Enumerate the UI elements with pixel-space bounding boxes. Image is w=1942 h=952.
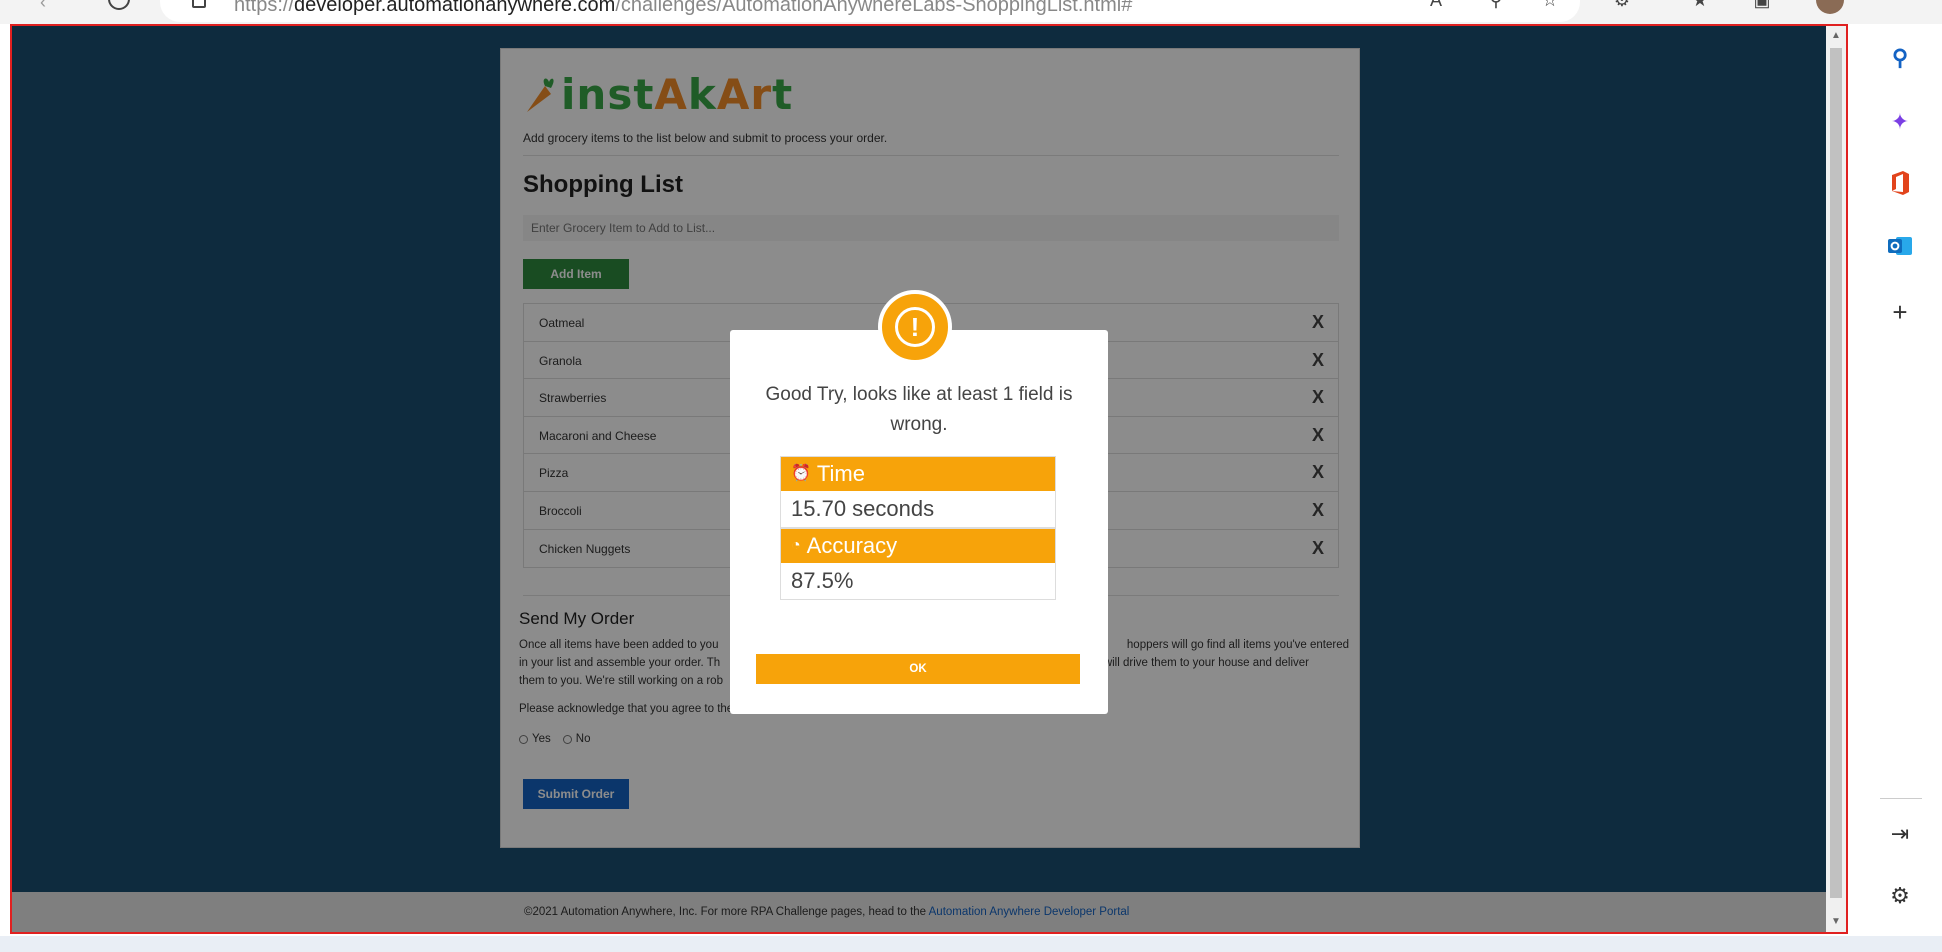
back-icon[interactable]: ‹ [40,0,46,13]
zoom-icon[interactable]: ⚲ [1486,0,1506,10]
address-bar[interactable]: https://developer.automationanywhere.com… [160,0,1580,22]
scrollbar-thumb[interactable] [1830,48,1842,898]
warning-icon: ! [878,290,952,364]
time-value: 15.70 seconds [791,496,935,521]
extensions-icon[interactable]: ⚙ [1612,0,1632,10]
accuracy-stat: ◔ Accuracy 87.5% [780,528,1056,600]
profile-avatar[interactable] [1816,0,1844,14]
scroll-down-icon[interactable]: ▼ [1830,916,1842,928]
url-text: https://developer.automationanywhere.com… [234,0,1133,16]
browser-toolbar: ‹ https://developer.automationanywhere.c… [0,0,1942,24]
browser-sidebar: ⚲ ✦ + ⇥ ⚙ [1860,24,1942,952]
settings-icon[interactable]: ⚙ [1886,882,1914,910]
bottom-bar [0,936,1942,952]
gauge-icon: ◔ [791,537,801,554]
result-modal: ! Good Try, looks like at least 1 field … [730,290,1108,714]
sidebar-divider [1880,798,1922,799]
ok-button[interactable]: OK [756,654,1080,684]
time-label: Time [816,461,865,486]
read-aloud-icon[interactable]: A [1426,0,1446,10]
page-viewport: instAkArt Add grocery items to the list … [10,24,1848,934]
scroll-up-icon[interactable]: ▲ [1830,30,1842,42]
search-icon[interactable]: ⚲ [1886,44,1914,72]
add-icon[interactable]: + [1886,298,1914,326]
collections-icon[interactable]: ▣ [1752,0,1772,10]
result-message: Good Try, looks like at least 1 field is… [765,384,1073,435]
vertical-scrollbar[interactable]: ▲ ▼ [1826,26,1846,932]
lock-icon [192,0,206,8]
favorites-bar-icon[interactable]: ★ [1690,0,1710,10]
accuracy-value: 87.5% [791,568,854,593]
refresh-icon[interactable] [108,0,130,10]
office-icon[interactable] [1886,170,1914,198]
time-header: ⏰ Time [781,457,1055,491]
accuracy-label: Accuracy [806,533,898,558]
time-stat: ⏰ Time 15.70 seconds [780,456,1056,528]
alarm-clock-icon: ⏰ [791,465,811,482]
split-screen-icon[interactable]: ⇥ [1886,820,1914,848]
outlook-icon[interactable] [1886,234,1914,262]
copilot-icon[interactable]: ✦ [1886,108,1914,136]
accuracy-header: ◔ Accuracy [781,529,1055,563]
favorite-icon[interactable]: ☆ [1540,0,1560,10]
